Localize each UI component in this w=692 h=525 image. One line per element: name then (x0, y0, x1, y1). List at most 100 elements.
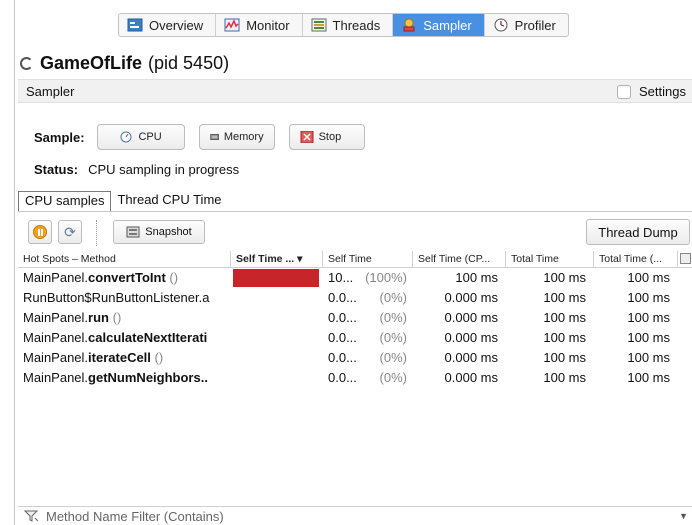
cpu-button-label: CPU (138, 131, 162, 143)
sampler-header-label: Sampler (26, 83, 75, 99)
method-class: MainPanel. (23, 270, 89, 285)
self-time-bar-cell (231, 328, 323, 348)
self-time-percent: (0%) (379, 370, 407, 385)
method-class: RunButton$RunButtonListener.a (23, 290, 210, 305)
method-filter[interactable]: Method Name Filter (Contains) ▼ (18, 506, 692, 525)
self-time-bar-cell (231, 308, 323, 328)
self-time-value: 10... (328, 270, 354, 285)
refresh-button[interactable]: ⟳ (58, 220, 82, 244)
method-name: convertToInt (88, 270, 166, 285)
tab-overview-label: Overview (149, 17, 204, 33)
stop-button[interactable]: Stop (288, 124, 365, 150)
col-self-time-bar[interactable]: Self Time ... ▾ (231, 251, 323, 267)
table-body: MainPanel.convertToInt () 10... (100%) 100 … (18, 268, 692, 388)
total-time-cell: 100 ms (543, 330, 586, 345)
memory-icon (209, 134, 219, 140)
table-row[interactable]: MainPanel.getNumNeighbors.. 0.0... (0%) 0.0… (18, 368, 692, 388)
tab-thread-cpu-time[interactable]: Thread CPU Time (111, 191, 227, 211)
method-cell: MainPanel.iterateCell () (18, 348, 231, 368)
table-row[interactable]: MainPanel.run () 0.0... (0%) 0.000 ms 100 ms… (18, 308, 692, 328)
thread-dump-button[interactable]: Thread Dump (586, 219, 690, 245)
method-suffix: () (109, 310, 122, 325)
self-time-cpu-cell: 0.000 ms (444, 290, 498, 305)
pause-button[interactable] (28, 220, 52, 244)
memory-button[interactable]: Memory (198, 124, 275, 150)
filter-placeholder: Method Name Filter (Contains) (46, 508, 224, 524)
method-suffix: () (150, 350, 164, 365)
self-time-bar-cell (231, 268, 323, 288)
memory-button-label: Memory (223, 131, 264, 143)
self-time-percent: (0%) (379, 290, 407, 305)
sampler-icon (403, 18, 415, 32)
results-toolbar: ⟳ Snapshot Thread Dump (18, 219, 692, 248)
settings-label: Settings (639, 84, 686, 99)
tab-threads[interactable]: Threads (303, 14, 394, 36)
tab-monitor-label: Monitor (246, 17, 290, 33)
cpu-gauge-icon (120, 131, 132, 143)
column-picker-button[interactable] (678, 251, 692, 267)
cpu-button[interactable]: CPU (96, 124, 185, 150)
status-row: Status: CPU sampling in progress (34, 162, 239, 177)
method-suffix: () (165, 270, 179, 285)
filter-dropdown-icon[interactable]: ▼ (679, 511, 688, 521)
method-name: calculateNextIterati (88, 330, 208, 345)
table-row[interactable]: MainPanel.calculateNextIterati 0.0... (0%)… (18, 328, 692, 348)
total-time-cpu-cell: 100 ms (627, 350, 670, 365)
self-time-percent: (0%) (379, 330, 407, 345)
self-time-cpu-cell: 0.000 ms (444, 350, 498, 365)
table-row[interactable]: RunButton$RunButtonListener.a 0.0... (0%) 0… (18, 288, 692, 308)
app-name: GameOfLife (40, 53, 143, 73)
self-time-bar-cell (231, 368, 323, 388)
view-tabs: Overview Monitor Threads Sampler Profile… (118, 13, 569, 37)
snapshot-icon (126, 226, 140, 238)
status-value: CPU sampling in progress (88, 162, 240, 177)
profiler-icon (494, 18, 508, 32)
self-time-value: 0.0... (328, 330, 357, 345)
method-name: iterateCell (88, 350, 151, 365)
tab-threads-label: Threads (332, 17, 381, 33)
left-border (14, 0, 15, 525)
column-picker-icon (680, 253, 691, 264)
method-class: MainPanel. (23, 350, 89, 365)
monitor-icon (224, 18, 240, 32)
toolbar-separator (96, 220, 97, 246)
self-time-cell: 0.0... (0%) (323, 288, 413, 308)
sampler-header: Sampler Settings (18, 79, 692, 103)
self-time-value: 0.0... (328, 290, 357, 305)
tab-profiler-label: Profiler (514, 17, 556, 33)
page-title: GameOfLife (pid 5450) (20, 53, 229, 74)
self-time-percent: (100%) (365, 270, 407, 285)
settings-checkbox[interactable] (617, 84, 632, 99)
hot-spots-table: Hot Spots – Method Self Time ... ▾ Self … (18, 251, 692, 388)
method-class: MainPanel. (23, 330, 89, 345)
method-name: getNumNeighbors.. (88, 370, 208, 385)
settings-toggle[interactable]: Settings (617, 84, 686, 99)
col-total-time[interactable]: Total Time (506, 251, 594, 267)
tab-sampler[interactable]: Sampler (393, 14, 485, 36)
results-tabs: CPU samples Thread CPU Time (18, 191, 692, 212)
method-cell: MainPanel.getNumNeighbors.. (18, 368, 231, 388)
snapshot-button[interactable]: Snapshot (113, 220, 205, 244)
col-self-time[interactable]: Self Time (323, 251, 413, 267)
table-header: Hot Spots – Method Self Time ... ▾ Self … (18, 251, 692, 268)
tab-overview[interactable]: Overview (119, 14, 217, 36)
tab-monitor[interactable]: Monitor (216, 14, 303, 36)
tab-profiler[interactable]: Profiler (485, 14, 568, 36)
self-time-bar (233, 269, 319, 287)
self-time-percent: (0%) (379, 310, 407, 325)
self-time-cpu-cell: 0.000 ms (444, 310, 498, 325)
table-row[interactable]: MainPanel.iterateCell () 0.0... (0%) 0.000 … (18, 348, 692, 368)
snapshot-label: Snapshot (145, 226, 192, 238)
col-total-time-cpu[interactable]: Total Time (... (594, 251, 678, 267)
stop-button-label: Stop (318, 131, 342, 143)
overview-icon (127, 18, 143, 32)
tab-cpu-samples[interactable]: CPU samples (18, 191, 112, 211)
col-self-time-cpu[interactable]: Self Time (CP... (413, 251, 506, 267)
table-row[interactable]: MainPanel.convertToInt () 10... (100%) 100 … (18, 268, 692, 288)
col-method[interactable]: Hot Spots – Method (18, 251, 231, 267)
filter-icon (24, 510, 39, 522)
self-time-cell: 0.0... (0%) (323, 348, 413, 368)
self-time-cpu-cell: 0.000 ms (444, 330, 498, 345)
status-label: Status: (34, 162, 79, 177)
method-cell: MainPanel.convertToInt () (18, 268, 231, 288)
